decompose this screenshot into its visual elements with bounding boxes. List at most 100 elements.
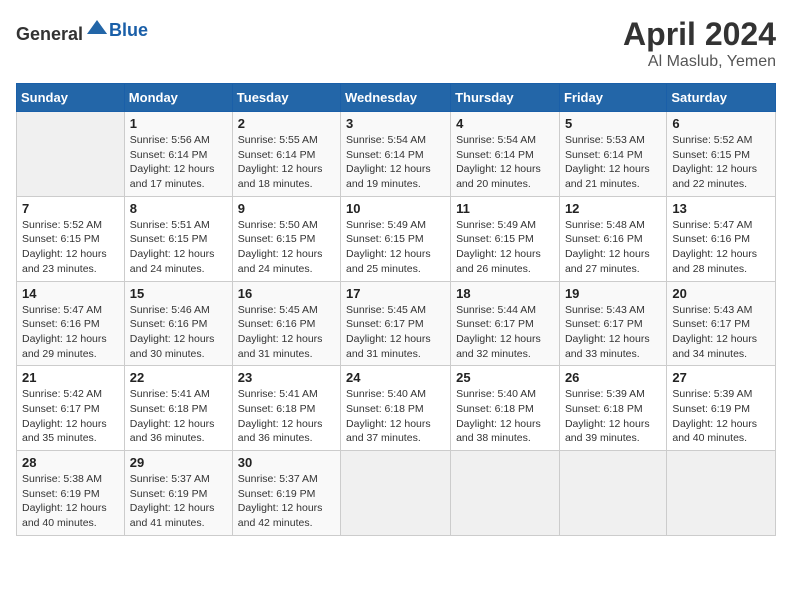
weekday-header-cell: Saturday bbox=[667, 84, 776, 112]
calendar-day-cell: 29 Sunrise: 5:37 AMSunset: 6:19 PMDayligh… bbox=[124, 451, 232, 536]
weekday-header-cell: Tuesday bbox=[232, 84, 340, 112]
title-area: April 2024 Al Maslub, Yemen bbox=[623, 16, 776, 71]
day-number: 10 bbox=[346, 201, 445, 216]
calendar-day-cell bbox=[667, 451, 776, 536]
calendar-day-cell: 28 Sunrise: 5:38 AMSunset: 6:19 PMDayligh… bbox=[17, 451, 125, 536]
day-number: 23 bbox=[238, 370, 335, 385]
day-number: 14 bbox=[22, 286, 119, 301]
day-number: 28 bbox=[22, 455, 119, 470]
weekday-header-cell: Thursday bbox=[451, 84, 560, 112]
calendar-day-cell: 25 Sunrise: 5:40 AMSunset: 6:18 PMDayligh… bbox=[451, 366, 560, 451]
day-number: 13 bbox=[672, 201, 770, 216]
calendar-day-cell: 7Sunrise: 5:52 AMSunset: 6:15 PMDaylight… bbox=[17, 196, 125, 281]
day-number: 19 bbox=[565, 286, 661, 301]
day-info: Sunrise: 5:55 AMSunset: 6:14 PMDaylight:… bbox=[238, 133, 335, 192]
calendar-day-cell bbox=[341, 451, 451, 536]
calendar-week-row: 21 Sunrise: 5:42 AMSunset: 6:17 PMDayligh… bbox=[17, 366, 776, 451]
month-title: April 2024 bbox=[623, 16, 776, 53]
calendar-day-cell: 24 Sunrise: 5:40 AMSunset: 6:18 PMDayligh… bbox=[341, 366, 451, 451]
calendar-day-cell: 20Sunrise: 5:43 AMSunset: 6:17 PMDayligh… bbox=[667, 281, 776, 366]
calendar-day-cell: 23 Sunrise: 5:41 AMSunset: 6:18 PMDayligh… bbox=[232, 366, 340, 451]
calendar-day-cell: 11 Sunrise: 5:49 AMSunset: 6:15 PMDayligh… bbox=[451, 196, 560, 281]
location-title: Al Maslub, Yemen bbox=[623, 53, 776, 71]
day-info: Sunrise: 5:54 AMSunset: 6:14 PMDaylight:… bbox=[346, 133, 445, 192]
day-number: 21 bbox=[22, 370, 119, 385]
day-info: Sunrise: 5:41 AMSunset: 6:18 PMDaylight:… bbox=[238, 387, 335, 446]
day-number: 25 bbox=[456, 370, 554, 385]
day-number: 8 bbox=[130, 201, 227, 216]
day-number: 11 bbox=[456, 201, 554, 216]
day-info: Sunrise: 5:51 AMSunset: 6:15 PMDaylight:… bbox=[130, 218, 227, 277]
calendar-day-cell: 3 Sunrise: 5:54 AMSunset: 6:14 PMDaylight… bbox=[341, 112, 451, 197]
calendar-week-row: 7Sunrise: 5:52 AMSunset: 6:15 PMDaylight… bbox=[17, 196, 776, 281]
day-number: 20 bbox=[672, 286, 770, 301]
calendar-day-cell bbox=[17, 112, 125, 197]
day-info: Sunrise: 5:48 AMSunset: 6:16 PMDaylight:… bbox=[565, 218, 661, 277]
calendar-day-cell: 30 Sunrise: 5:37 AMSunset: 6:19 PMDayligh… bbox=[232, 451, 340, 536]
calendar-week-row: 14 Sunrise: 5:47 AMSunset: 6:16 PMDayligh… bbox=[17, 281, 776, 366]
day-info: Sunrise: 5:40 AMSunset: 6:18 PMDaylight:… bbox=[346, 387, 445, 446]
day-number: 18 bbox=[456, 286, 554, 301]
day-number: 1 bbox=[130, 116, 227, 131]
day-info: Sunrise: 5:37 AMSunset: 6:19 PMDaylight:… bbox=[130, 472, 227, 531]
calendar-day-cell: 5 Sunrise: 5:53 AMSunset: 6:14 PMDaylight… bbox=[559, 112, 666, 197]
calendar-day-cell: 15 Sunrise: 5:46 AMSunset: 6:16 PMDayligh… bbox=[124, 281, 232, 366]
day-number: 29 bbox=[130, 455, 227, 470]
day-number: 2 bbox=[238, 116, 335, 131]
day-info: Sunrise: 5:50 AMSunset: 6:15 PMDaylight:… bbox=[238, 218, 335, 277]
day-info: Sunrise: 5:44 AMSunset: 6:17 PMDaylight:… bbox=[456, 303, 554, 362]
logo-blue: Blue bbox=[109, 20, 148, 40]
calendar-day-cell: 26Sunrise: 5:39 AMSunset: 6:18 PMDayligh… bbox=[559, 366, 666, 451]
calendar-day-cell: 2 Sunrise: 5:55 AMSunset: 6:14 PMDaylight… bbox=[232, 112, 340, 197]
day-number: 3 bbox=[346, 116, 445, 131]
day-number: 12 bbox=[565, 201, 661, 216]
calendar-day-cell: 14 Sunrise: 5:47 AMSunset: 6:16 PMDayligh… bbox=[17, 281, 125, 366]
calendar-day-cell: 19 Sunrise: 5:43 AMSunset: 6:17 PMDayligh… bbox=[559, 281, 666, 366]
day-info: Sunrise: 5:39 AMSunset: 6:18 PMDaylight:… bbox=[565, 387, 661, 446]
calendar-day-cell: 9 Sunrise: 5:50 AMSunset: 6:15 PMDaylight… bbox=[232, 196, 340, 281]
day-info: Sunrise: 5:38 AMSunset: 6:19 PMDaylight:… bbox=[22, 472, 119, 531]
day-info: Sunrise: 5:39 AMSunset: 6:19 PMDaylight:… bbox=[672, 387, 770, 446]
day-number: 30 bbox=[238, 455, 335, 470]
calendar-table: SundayMondayTuesdayWednesdayThursdayFrid… bbox=[16, 83, 776, 536]
calendar-day-cell: 6Sunrise: 5:52 AMSunset: 6:15 PMDaylight… bbox=[667, 112, 776, 197]
day-info: Sunrise: 5:40 AMSunset: 6:18 PMDaylight:… bbox=[456, 387, 554, 446]
day-info: Sunrise: 5:43 AMSunset: 6:17 PMDaylight:… bbox=[565, 303, 661, 362]
day-info: Sunrise: 5:49 AMSunset: 6:15 PMDaylight:… bbox=[346, 218, 445, 277]
calendar-header-row: SundayMondayTuesdayWednesdayThursdayFrid… bbox=[17, 84, 776, 112]
day-info: Sunrise: 5:46 AMSunset: 6:16 PMDaylight:… bbox=[130, 303, 227, 362]
day-info: Sunrise: 5:42 AMSunset: 6:17 PMDaylight:… bbox=[22, 387, 119, 446]
day-number: 6 bbox=[672, 116, 770, 131]
day-info: Sunrise: 5:56 AMSunset: 6:14 PMDaylight:… bbox=[130, 133, 227, 192]
day-info: Sunrise: 5:37 AMSunset: 6:19 PMDaylight:… bbox=[238, 472, 335, 531]
day-number: 4 bbox=[456, 116, 554, 131]
calendar-day-cell: 1 Sunrise: 5:56 AMSunset: 6:14 PMDaylight… bbox=[124, 112, 232, 197]
day-info: Sunrise: 5:49 AMSunset: 6:15 PMDaylight:… bbox=[456, 218, 554, 277]
day-number: 5 bbox=[565, 116, 661, 131]
day-number: 9 bbox=[238, 201, 335, 216]
day-number: 15 bbox=[130, 286, 227, 301]
calendar-day-cell: 17 Sunrise: 5:45 AMSunset: 6:17 PMDayligh… bbox=[341, 281, 451, 366]
day-info: Sunrise: 5:54 AMSunset: 6:14 PMDaylight:… bbox=[456, 133, 554, 192]
calendar-week-row: 1 Sunrise: 5:56 AMSunset: 6:14 PMDaylight… bbox=[17, 112, 776, 197]
day-info: Sunrise: 5:47 AMSunset: 6:16 PMDaylight:… bbox=[672, 218, 770, 277]
day-number: 17 bbox=[346, 286, 445, 301]
calendar-body: 1 Sunrise: 5:56 AMSunset: 6:14 PMDaylight… bbox=[17, 112, 776, 536]
calendar-day-cell: 22 Sunrise: 5:41 AMSunset: 6:18 PMDayligh… bbox=[124, 366, 232, 451]
calendar-day-cell: 8 Sunrise: 5:51 AMSunset: 6:15 PMDaylight… bbox=[124, 196, 232, 281]
calendar-day-cell: 12 Sunrise: 5:48 AMSunset: 6:16 PMDayligh… bbox=[559, 196, 666, 281]
calendar-day-cell bbox=[559, 451, 666, 536]
calendar-day-cell: 13 Sunrise: 5:47 AMSunset: 6:16 PMDayligh… bbox=[667, 196, 776, 281]
weekday-header-cell: Monday bbox=[124, 84, 232, 112]
day-number: 22 bbox=[130, 370, 227, 385]
day-number: 24 bbox=[346, 370, 445, 385]
logo: General Blue bbox=[16, 16, 148, 45]
day-number: 27 bbox=[672, 370, 770, 385]
day-info: Sunrise: 5:47 AMSunset: 6:16 PMDaylight:… bbox=[22, 303, 119, 362]
weekday-header-cell: Wednesday bbox=[341, 84, 451, 112]
logo-general: General bbox=[16, 24, 83, 44]
calendar-day-cell: 4 Sunrise: 5:54 AMSunset: 6:14 PMDaylight… bbox=[451, 112, 560, 197]
day-info: Sunrise: 5:53 AMSunset: 6:14 PMDaylight:… bbox=[565, 133, 661, 192]
day-info: Sunrise: 5:41 AMSunset: 6:18 PMDaylight:… bbox=[130, 387, 227, 446]
day-info: Sunrise: 5:45 AMSunset: 6:17 PMDaylight:… bbox=[346, 303, 445, 362]
